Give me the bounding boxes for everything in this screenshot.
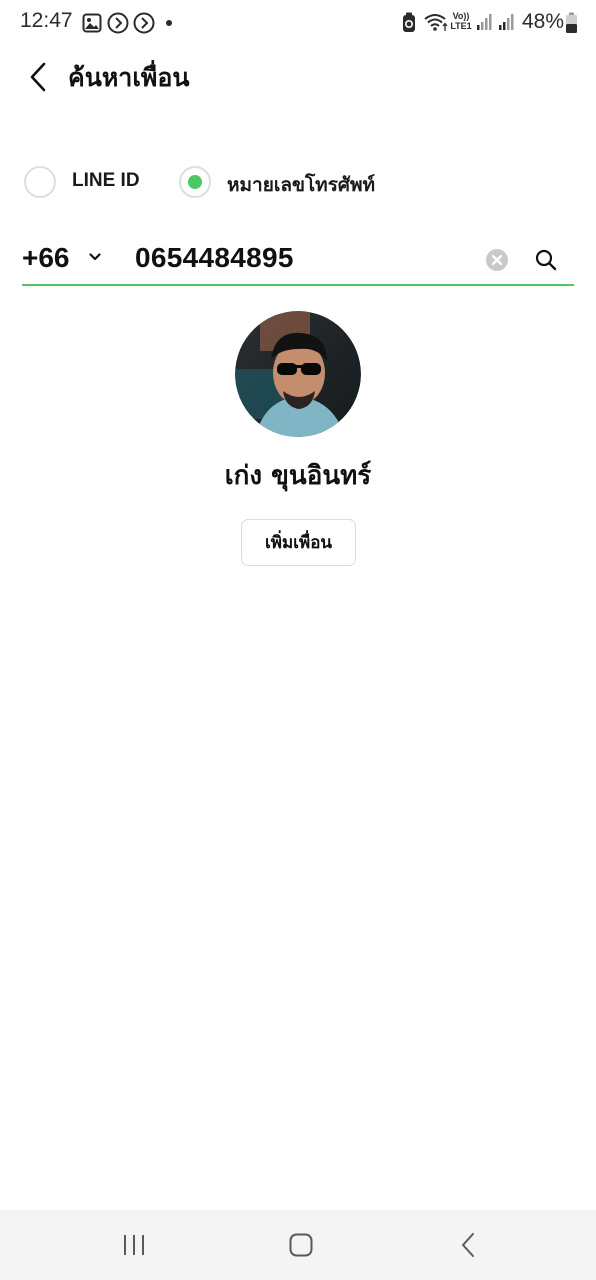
gallery-notification-icon [82,13,102,33]
line-id-radio[interactable] [24,166,56,198]
status-bar: 12:47 Vo)) LTE1 48% [0,0,596,46]
recent-apps-icon[interactable] [121,1232,147,1258]
radio-option-phone-number[interactable]: หมายเลขโทรศัพท์ [179,166,419,202]
line-id-label: LINE ID [72,170,140,191]
phone-number-label: หมายเลขโทรศัพท์ [227,174,376,196]
search-icon[interactable] [534,248,558,272]
clear-input-icon[interactable] [485,248,509,272]
status-time: 12:47 [20,9,73,32]
phone-number-radio[interactable] [179,166,211,198]
back-icon[interactable] [456,1232,482,1258]
add-friend-button[interactable]: เพิ่มเพื่อน [241,519,356,566]
search-type-selector: LINE ID หมายเลขโทรศัพท์ [0,166,596,202]
phone-number-input[interactable]: 0654484895 [135,242,294,274]
country-code-selector[interactable]: +66 [22,236,112,284]
friend-avatar[interactable] [235,311,361,437]
page-title: ค้นหาเพื่อน [68,63,190,92]
friend-name: เก่ง ขุนอินทร์ [224,461,372,491]
battery-saver-icon [403,12,415,32]
wifi-icon [424,14,448,31]
play-notification-icon [133,12,155,34]
radio-option-line-id[interactable]: LINE ID [24,166,164,202]
home-icon[interactable] [288,1232,314,1258]
chevron-down-icon [89,253,101,261]
system-navigation-bar [0,1210,596,1280]
selected-dot [188,175,202,189]
back-arrow-icon[interactable] [22,60,56,94]
signal-strength-icon [499,14,514,30]
battery-percentage: 48% [522,10,565,33]
app-header: ค้นหาเพื่อน [0,50,596,106]
more-notifications-dot-icon [166,20,172,26]
network-type-label: Vo)) LTE1 [450,11,472,31]
play-notification-icon [107,12,129,34]
country-code: +66 [22,242,70,273]
phone-search-field: +66 0654484895 [22,236,574,286]
battery-icon [566,12,577,33]
signal-strength-icon [477,14,492,30]
